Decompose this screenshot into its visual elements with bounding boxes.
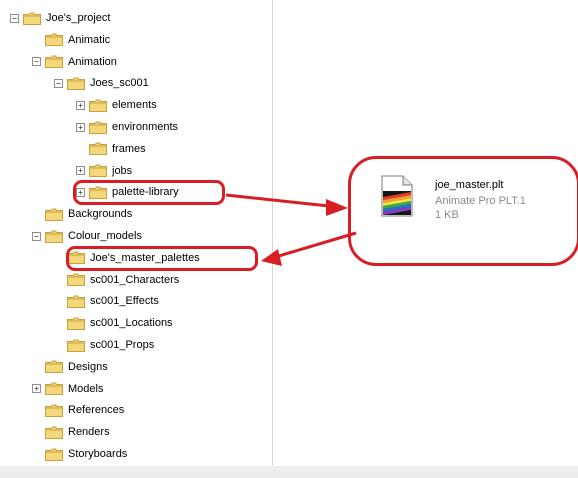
tree-item-label: Colour_models <box>68 230 142 242</box>
folder-icon <box>45 230 63 243</box>
tree-item[interactable]: − Joe's_project <box>10 9 110 27</box>
tree-item[interactable]: + environments <box>76 118 178 136</box>
highlight-master-palettes <box>66 246 258 271</box>
tree-item[interactable]: sc001_Locations <box>54 314 173 332</box>
tree-item-label: jobs <box>112 164 133 177</box>
expand-icon[interactable]: + <box>76 100 85 110</box>
tree-item-label: References <box>68 404 125 417</box>
tree-item-label: frames <box>112 142 146 155</box>
folder-icon <box>67 77 85 90</box>
folder-icon <box>67 273 85 287</box>
folder-icon <box>89 164 107 178</box>
folder-icon <box>45 448 63 461</box>
tree-item[interactable]: sc001_Props <box>54 336 154 354</box>
bottom-scroll-strip <box>0 466 578 478</box>
folder-icon <box>67 295 85 308</box>
tree-item[interactable]: Renders <box>32 423 110 441</box>
folder-icon <box>67 339 85 352</box>
tree-item-label: Joe's_project <box>46 12 111 24</box>
tree-item-label: Animatic <box>68 33 111 46</box>
folder-tree-pane: − Joe's_project Animatic − Animation − Joes_sc… <box>0 0 272 478</box>
folder-icon <box>45 208 63 221</box>
folder-icon <box>45 404 63 417</box>
tree-item-label: Models <box>68 382 104 395</box>
tree-item[interactable]: Storyboards <box>32 445 127 463</box>
tree-item-label: sc001_Props <box>90 339 155 351</box>
tree-item-label: Designs <box>68 360 108 373</box>
tree-item[interactable]: + elements <box>76 96 157 114</box>
collapse-icon[interactable]: − <box>32 57 41 67</box>
expand-icon[interactable]: + <box>76 122 85 132</box>
expand-icon[interactable]: + <box>32 384 41 394</box>
folder-icon <box>89 142 107 156</box>
tree-item-label: Backgrounds <box>68 208 133 221</box>
tree-item[interactable]: − Joes_sc001 <box>54 74 149 92</box>
folder-icon <box>23 12 41 25</box>
folder-icon <box>45 33 63 47</box>
tree-item[interactable]: + jobs <box>76 162 132 180</box>
folder-icon <box>89 99 107 112</box>
folder-icon <box>45 55 63 69</box>
folder-icon <box>45 426 63 439</box>
tree-item[interactable]: Designs <box>32 358 108 376</box>
tree-item[interactable]: − Animation <box>32 53 117 71</box>
expand-icon[interactable]: + <box>76 166 85 176</box>
folder-icon <box>45 382 63 396</box>
tree-item-label: Renders <box>68 426 110 439</box>
folder-icon <box>45 360 63 374</box>
tree-item[interactable]: frames <box>76 140 146 158</box>
tree-item-label: Joes_sc001 <box>90 77 149 90</box>
file-type: Animate Pro PLT.1 <box>435 195 526 207</box>
tree-item-label: Animation <box>68 55 117 68</box>
tree-item[interactable]: Backgrounds <box>32 205 132 223</box>
tree-item-label: sc001_Effects <box>90 295 159 308</box>
tree-item-label: Storyboards <box>68 448 128 460</box>
tree-item-label: sc001_Characters <box>90 273 180 286</box>
tree-item[interactable]: + Models <box>32 380 103 398</box>
tree-item[interactable]: sc001_Characters <box>54 271 179 289</box>
folder-icon <box>67 317 85 330</box>
highlight-palette-library <box>73 180 225 205</box>
tree-item[interactable]: sc001_Effects <box>54 292 159 310</box>
file-size: 1 KB <box>435 209 459 221</box>
tree-item[interactable]: − Colour_models <box>32 227 142 245</box>
collapse-icon[interactable]: − <box>32 231 41 241</box>
file-item-callout[interactable]: joe_master.plt Animate Pro PLT.1 1 KB <box>348 156 578 266</box>
file-name: joe_master.plt <box>435 179 504 191</box>
folder-icon <box>89 121 107 134</box>
tree-item[interactable]: References <box>32 401 124 419</box>
tree-item-label: sc001_Locations <box>90 317 173 330</box>
tree-item-label: elements <box>112 99 157 112</box>
collapse-icon[interactable]: − <box>54 78 63 88</box>
tree-item[interactable]: Animatic <box>32 31 110 49</box>
tree-item-label: environments <box>112 121 179 133</box>
collapse-icon[interactable]: − <box>10 13 19 23</box>
palette-file-icon <box>381 175 413 217</box>
